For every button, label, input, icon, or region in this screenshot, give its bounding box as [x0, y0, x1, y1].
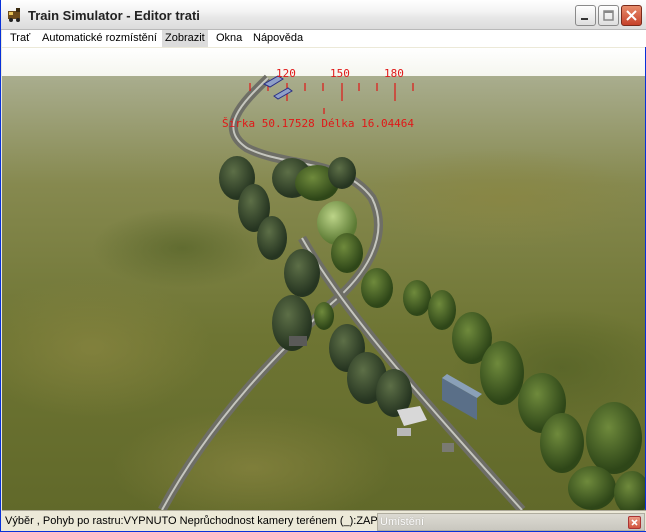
minimize-icon — [581, 18, 588, 20]
window-title: Train Simulator - Editor trati — [28, 8, 200, 23]
close-button[interactable] — [621, 5, 642, 26]
menu-bar: Trať Automatické rozmístění Zobrazit Okn… — [2, 30, 646, 47]
menu-napoveda[interactable]: Nápověda — [250, 30, 306, 47]
status-bar: Výběr , Pohyb po rastru:VYPNUTO Neprůcho… — [2, 510, 646, 531]
title-bar[interactable]: Train Simulator - Editor trati — [1, 0, 646, 30]
panel-title: Umístění — [380, 516, 425, 528]
minimize-button[interactable] — [575, 5, 596, 26]
maximize-icon — [603, 10, 614, 21]
close-icon — [631, 519, 638, 526]
menu-trat[interactable]: Trať — [7, 30, 33, 47]
compass-label-150: 150 — [330, 67, 350, 80]
app-window: Train Simulator - Editor trati Trať Auto… — [0, 0, 646, 532]
status-text: Výběr , Pohyb po rastru:VYPNUTO Neprůcho… — [5, 515, 377, 527]
compass-label-180: 180 — [384, 67, 404, 80]
umisteni-panel[interactable]: Umístění — [377, 513, 645, 531]
sky — [2, 48, 645, 78]
menu-automaticke-rozmisteni[interactable]: Automatické rozmístění — [39, 30, 160, 47]
coordinates-readout: Šírka 50.17528 Délka 16.04464 — [222, 117, 415, 130]
panel-close-button[interactable] — [628, 516, 641, 529]
maximize-button[interactable] — [598, 5, 619, 26]
menu-zobrazit[interactable]: Zobrazit — [162, 30, 208, 47]
compass-label-120: 120 — [276, 67, 296, 80]
menu-okna[interactable]: Okna — [213, 30, 245, 47]
close-icon — [626, 10, 637, 21]
3d-viewport[interactable]: 120 150 180 Šírka 50.17528 Délka 16.0446… — [2, 48, 645, 510]
train-icon — [8, 8, 20, 22]
